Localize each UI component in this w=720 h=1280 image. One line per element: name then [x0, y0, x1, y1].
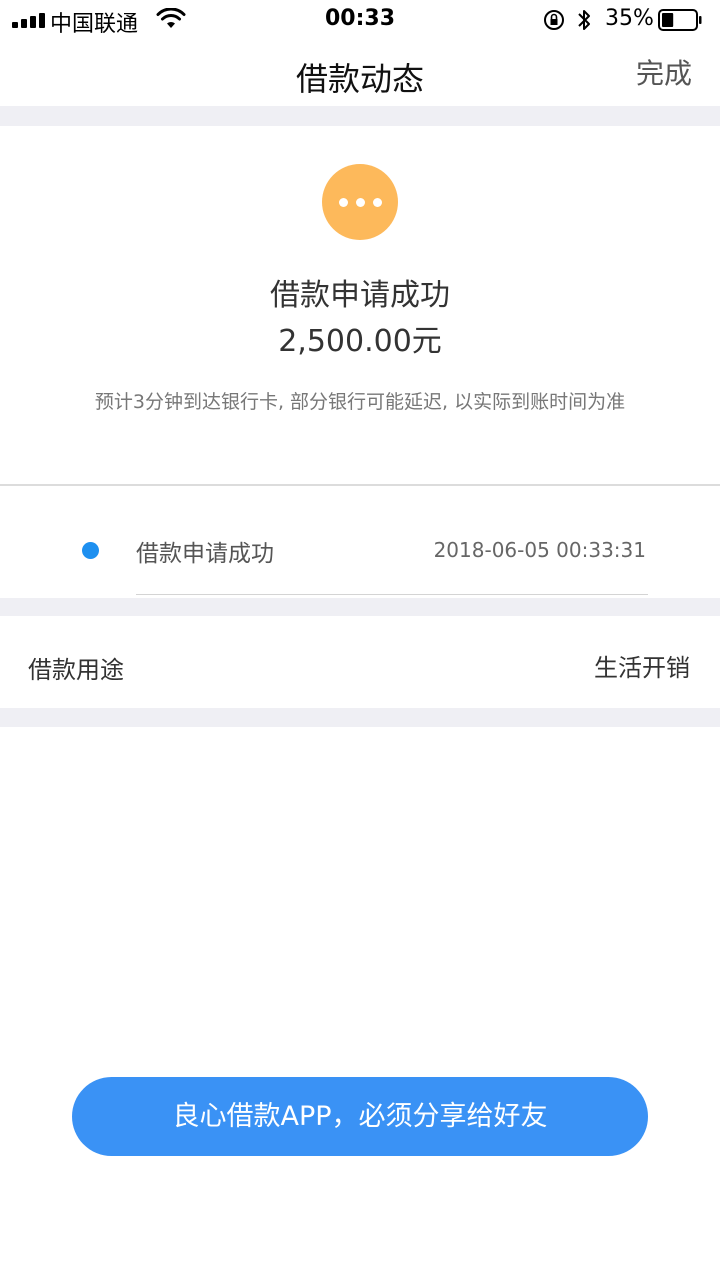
- page-title: 借款动态: [295, 60, 424, 98]
- battery-percent: 35%: [605, 6, 654, 31]
- nav-bar: 借款动态 完成: [0, 40, 720, 106]
- section-gap: [0, 708, 720, 727]
- rotation-lock-icon: [544, 10, 564, 30]
- loan-status-card: 借款申请成功 2,500.00元 预计3分钟到达银行卡, 部分银行可能延迟, 以…: [0, 126, 720, 484]
- timeline: 借款申请成功 2018-06-05 00:33:31: [0, 486, 720, 598]
- arrival-note: 预计3分钟到达银行卡, 部分银行可能延迟, 以实际到账时间为准: [94, 391, 626, 413]
- loan-purpose-row: 借款用途 生活开销: [0, 616, 720, 708]
- section-gap: [0, 598, 720, 616]
- timeline-event-label: 借款申请成功: [136, 541, 274, 567]
- loan-purpose-label: 借款用途: [28, 656, 124, 684]
- share-button[interactable]: 良心借款APP，必须分享给好友: [72, 1077, 648, 1156]
- section-gap: [0, 106, 720, 126]
- timeline-event-time: 2018-06-05 00:33:31: [433, 538, 646, 562]
- timeline-divider: [136, 594, 648, 595]
- loan-purpose-value: 生活开销: [594, 654, 690, 682]
- status-bar: 中国联通 00:33 35%: [0, 0, 720, 40]
- screen: 中国联通 00:33 35% 借款动态 完成 借款申请成功 2,500.00元 …: [0, 0, 720, 1280]
- battery-icon: [658, 9, 702, 31]
- status-title: 借款申请成功: [270, 278, 450, 313]
- bluetooth-icon: [578, 10, 590, 30]
- done-button[interactable]: 完成: [636, 52, 692, 92]
- pending-dots-icon: [322, 164, 398, 240]
- timeline-dot-icon: [82, 542, 99, 559]
- loan-amount: 2,500.00元: [278, 324, 442, 359]
